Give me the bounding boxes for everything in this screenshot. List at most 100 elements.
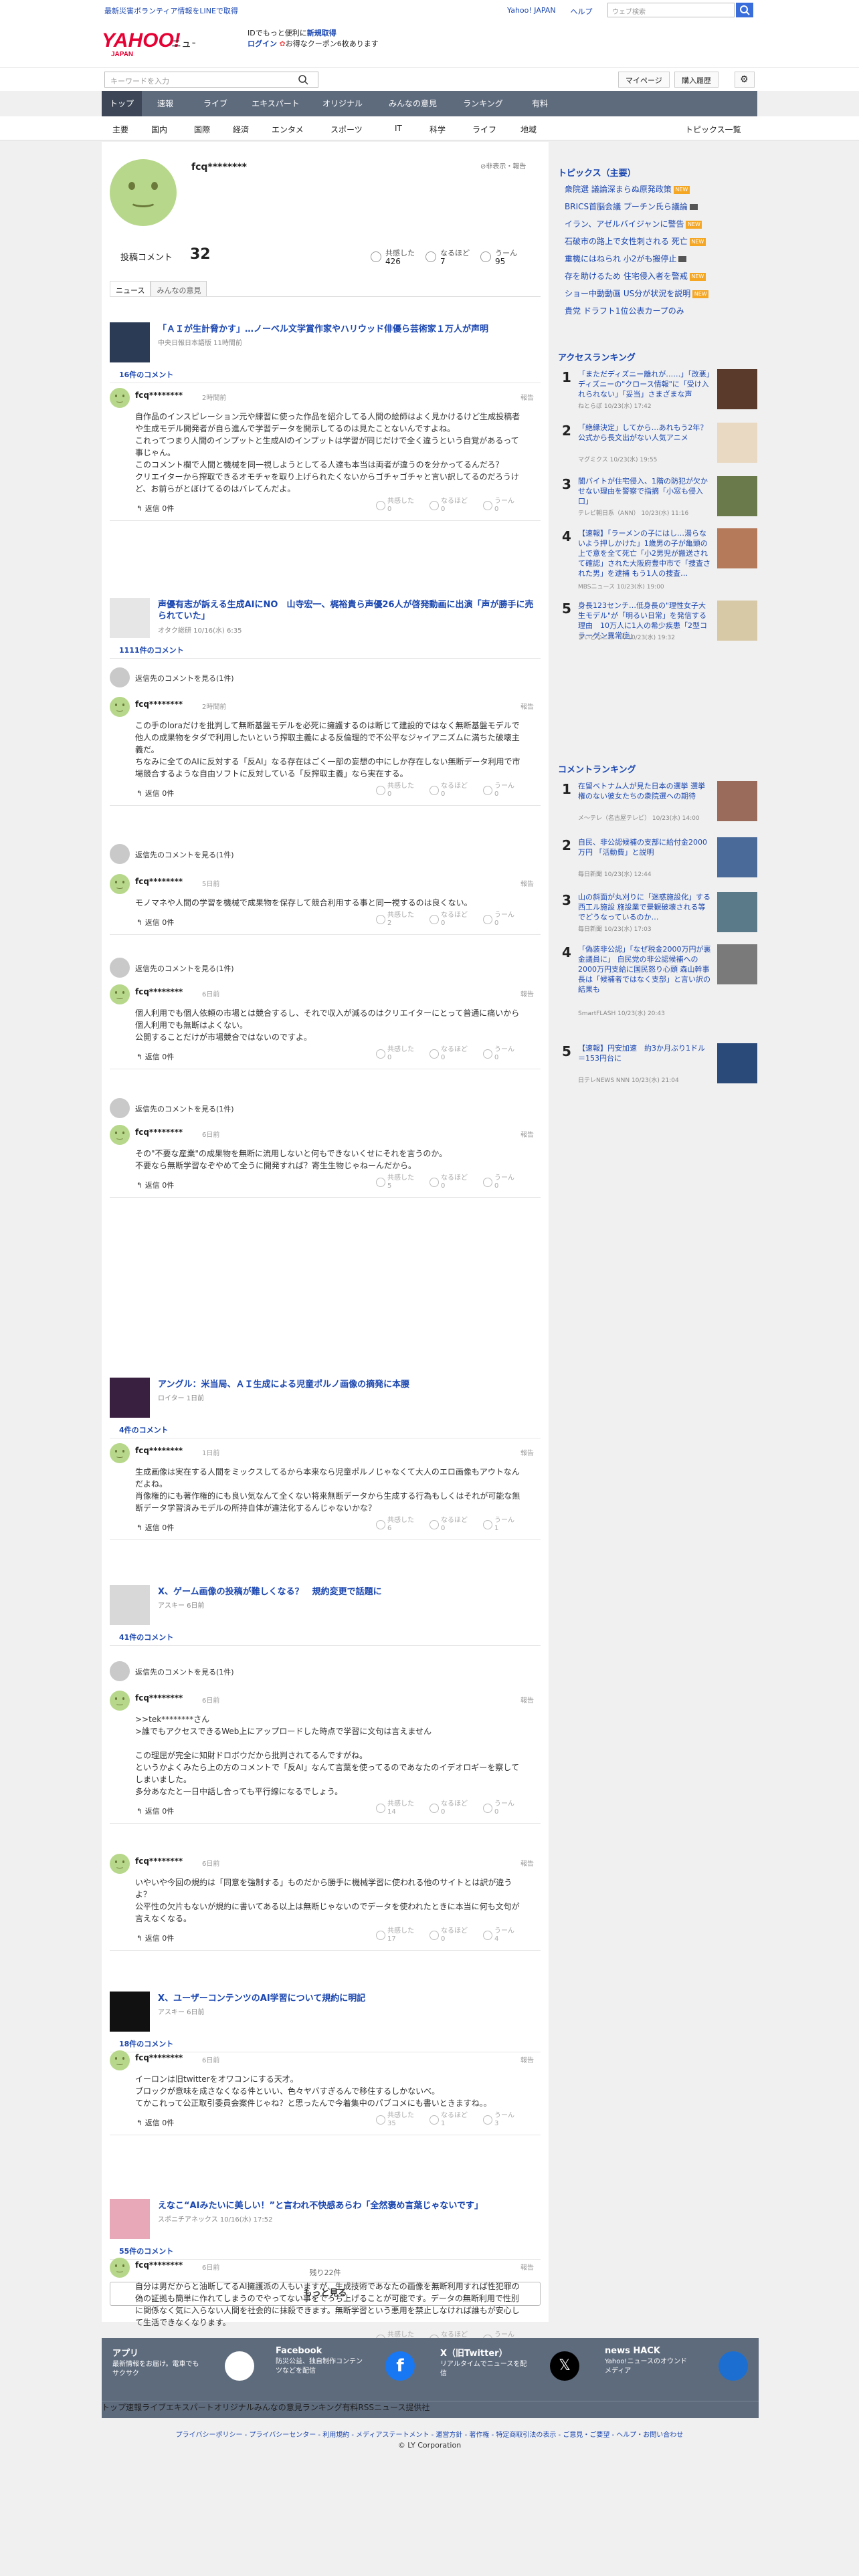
report-link[interactable]: 報告 [520, 701, 534, 711]
empathy-reaction[interactable]: 共感した 6 [376, 1517, 414, 1533]
ranking-thumbnail[interactable] [717, 423, 757, 463]
topic-link[interactable]: BRICS首脳会議 プーチン氏ら議論 [565, 201, 698, 212]
ranking-thumbnail[interactable] [717, 369, 757, 409]
article-thumbnail[interactable] [110, 1378, 150, 1418]
cat-international[interactable]: 国際 [194, 124, 210, 135]
article-title[interactable]: 「ＡＩが生計脅かす」…ノーベル文学賞作家やハリウッド俳優ら芸術家１万人が声明 [158, 324, 539, 335]
report-link[interactable]: 報告 [520, 988, 534, 998]
comment-count[interactable]: 18件のコメント [119, 2038, 173, 2049]
help-link[interactable]: ヘルプ [571, 6, 593, 17]
ranking-title[interactable]: 「偽装非公認」「なぜ税金2000万円が裏金議員に」 自民党の非公認候補への200… [578, 944, 712, 994]
article-title[interactable]: アングル：米当局、ＡＩ生成による児童ポルノ画像の摘発に本腰 [158, 1379, 539, 1390]
article-title[interactable]: X、ユーザーコンテンツのAI学習について規約に明記 [158, 1993, 539, 2004]
cat-entertainment[interactable]: エンタメ [272, 124, 304, 135]
web-search-input[interactable]: ウェブ検索 [607, 3, 735, 17]
topic-link[interactable]: 衆院選 議論深まらぬ原発政策 NEW [565, 183, 690, 195]
comment-count[interactable]: 41件のコメント [119, 1632, 173, 1642]
facebook-icon[interactable]: f [385, 2351, 415, 2381]
ranking-title[interactable]: 「絶縁決定」してから…あれもう2年？ 公式から長文出がない人気アニメ [578, 423, 714, 443]
empathy-reaction[interactable]: 共感した 17 [376, 1927, 414, 1943]
reply-button[interactable]: ↰ 返信 0件 [136, 1522, 174, 1533]
keyword-search-input[interactable]: キーワードを入力 [104, 72, 318, 88]
gnav-opinions[interactable]: みんなの意見 [376, 91, 450, 116]
article-title[interactable]: えなこ“AIみたいに美しい！”と言われ不快感あらわ「全然褒め言葉じゃないです」 [158, 2200, 539, 2212]
report-link[interactable]: 報告 [520, 392, 534, 402]
article-thumbnail[interactable] [110, 1585, 150, 1625]
uun-reaction[interactable]: うーん0 [483, 1046, 514, 1062]
cat-local[interactable]: 地域 [520, 124, 537, 135]
cat-science[interactable]: 科学 [430, 124, 446, 135]
footer-nav-9[interactable]: ニュース提供社 [374, 2403, 430, 2412]
ranking-title[interactable]: 【速報】円安加速 約3か月ぶり1ドル＝153円台に [578, 1043, 712, 1063]
comment-count[interactable]: 4件のコメント [119, 1424, 169, 1435]
reply-button[interactable]: ↰ 返信 0件 [136, 1806, 174, 1816]
gnav-expert[interactable]: エキスパート [242, 91, 309, 116]
footer-nav-6[interactable]: ランキング [302, 2403, 343, 2412]
naruhodo-reaction[interactable]: なるほど 0 [430, 498, 468, 514]
app-icon[interactable] [225, 2351, 254, 2381]
empathy-reaction[interactable]: 共感した 0 [376, 782, 414, 798]
disaster-volunteer-link[interactable]: 最新災害ボランティア情報をLINEで取得 [104, 5, 238, 16]
gnav-breaking[interactable]: 速報 [142, 91, 189, 116]
ranking-title[interactable]: 闇バイトが住宅侵入、1階の防犯が欠かせない理由を警察で指摘「小窓も侵入口」 [578, 476, 712, 506]
topic-link[interactable]: イラン、アゼルバイジャンに警告 NEW [565, 218, 702, 229]
ranking-thumbnail[interactable] [717, 892, 757, 932]
ranking-title[interactable]: 「まただディズニー離れが……」「改悪」ディズニーの"クロース情報"に「受け入れら… [578, 369, 712, 399]
ranking-thumbnail[interactable] [717, 781, 757, 821]
report-link[interactable]: 報告 [520, 2262, 534, 2272]
gnav-paid[interactable]: 有料 [516, 91, 563, 116]
reply-button[interactable]: ↰ 返信 0件 [136, 503, 174, 514]
register-link[interactable]: 新規取得 [307, 29, 337, 37]
topic-link[interactable]: 石破市の路上で女性刺される 死亡 NEW [565, 235, 706, 247]
report-link[interactable]: 報告 [520, 1858, 534, 1868]
empathy-reaction[interactable]: 共感した 2 [376, 911, 414, 928]
tab-opinions[interactable]: みんなの意見 [151, 281, 207, 297]
footer-nav-8[interactable]: RSS [358, 2403, 374, 2412]
ranking-thumbnail[interactable] [717, 944, 757, 984]
naruhodo-reaction[interactable]: なるほど 0 [430, 1046, 468, 1062]
cat-life[interactable]: ライフ [472, 124, 496, 135]
report-link[interactable]: 報告 [520, 878, 534, 888]
reply-button[interactable]: ↰ 返信 0件 [136, 2117, 174, 2128]
footer-nav-4[interactable]: オリジナル [214, 2403, 254, 2412]
ranking-thumbnail[interactable] [717, 476, 757, 516]
login-link[interactable]: ログイン [248, 39, 277, 48]
mypage-button[interactable]: マイページ [618, 72, 670, 88]
footer-nav-7[interactable]: 有料 [342, 2403, 358, 2412]
ranking-thumbnail[interactable] [717, 1043, 757, 1083]
topic-link[interactable]: 存を助けるため 住宅侵入者を警戒 NEW [565, 270, 706, 282]
topics-list-link[interactable]: トピックス一覧 [685, 124, 741, 135]
see-parent-comment-link[interactable]: 返信先のコメントを見る(1件) [135, 1103, 234, 1114]
report-link[interactable]: 報告 [520, 1129, 534, 1139]
article-thumbnail[interactable] [110, 598, 150, 638]
article-thumbnail[interactable] [110, 322, 150, 362]
topic-link[interactable]: ショー中動動画 US分が状況を説明 NEW [565, 288, 709, 299]
reply-button[interactable]: ↰ 返信 0件 [136, 917, 174, 928]
ranking-thumbnail[interactable] [717, 837, 757, 877]
footer-app[interactable]: アプリ 最新情報をお届け。電車でもサクサク [112, 2346, 199, 2379]
naruhodo-reaction[interactable]: なるほど 0 [430, 1174, 468, 1190]
gnav-original[interactable]: オリジナル [309, 91, 376, 116]
comment-count[interactable]: 16件のコメント [119, 369, 173, 380]
gnav-ranking[interactable]: ランキング [450, 91, 516, 116]
ranking-thumbnail[interactable] [717, 528, 757, 568]
purchase-history-button[interactable]: 購入履歴 [674, 72, 719, 88]
footer-nav-5[interactable]: みんなの意見 [254, 2403, 302, 2412]
uun-reaction[interactable]: うーん 4 [483, 1927, 514, 1943]
topic-link[interactable]: 貴党 ドラフト1位公表カープのみ [565, 305, 684, 316]
gnav-top[interactable]: トップ [102, 91, 142, 116]
reply-button[interactable]: ↰ 返信 0件 [136, 1933, 174, 1943]
footer-nav-2[interactable]: ライブ [142, 2403, 166, 2412]
newshack-icon[interactable] [719, 2351, 748, 2381]
see-parent-comment-link[interactable]: 返信先のコメントを見る(1件) [135, 1667, 234, 1677]
cat-domestic[interactable]: 国内 [151, 124, 167, 135]
yahoo-news-logo[interactable]: YAHOO! JAPAN ニュース [102, 24, 195, 63]
ranking-title[interactable]: 自民、非公認候補の支部に給付金2000万円 「活動費」と説明 [578, 837, 712, 857]
naruhodo-reaction[interactable]: なるほど 0 [430, 1927, 468, 1943]
empathy-reaction[interactable]: 共感した 35 [376, 2112, 414, 2128]
footer-x[interactable]: X（旧Twitter） リアルタイムでニュースを配信 [440, 2346, 527, 2379]
footer-facebook[interactable]: Facebook 防災公益、独自制作コンテンツなどを配信 [276, 2346, 363, 2376]
naruhodo-reaction[interactable]: なるほど1 [430, 2112, 468, 2128]
article-thumbnail[interactable] [110, 1992, 150, 2032]
footer-nav-3[interactable]: エキスパート [166, 2403, 214, 2412]
